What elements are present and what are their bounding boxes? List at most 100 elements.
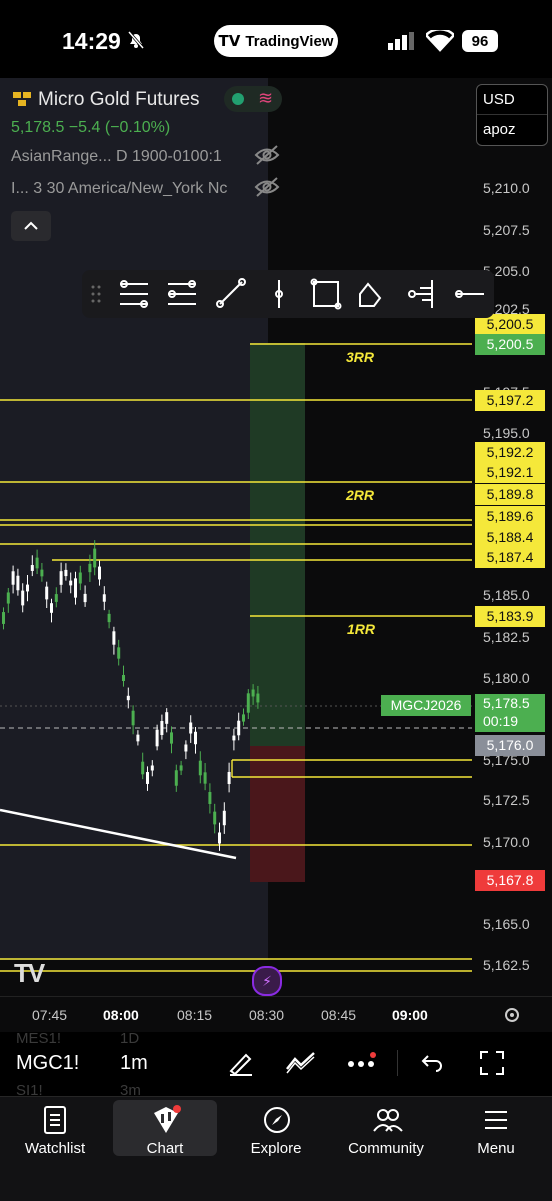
nav-watchlist[interactable]: Watchlist [3,1100,107,1157]
candle [179,765,183,771]
more-dots-icon[interactable] [346,1052,378,1079]
candle [107,613,111,623]
price-axis-tick: 5,170.0 [483,834,530,850]
price-level-label: 5,197.2 [475,390,545,411]
time-axis[interactable]: 07:45 08:00 08:15 08:30 08:45 09:00 [0,996,552,1033]
candle [117,647,121,659]
candle [45,586,49,600]
time-tick: 08:30 [249,1007,285,1023]
candle [59,571,63,585]
candle [83,593,87,603]
candle [213,811,217,825]
current-price-box: 5,178.5 00:19 [475,694,545,732]
candle [50,603,53,613]
candle [88,563,92,573]
indicator-session[interactable]: I... 3 30 America/New_York Nc [11,180,227,198]
candle [6,592,10,604]
hidden-eye-icon[interactable] [254,144,280,171]
settings-icon[interactable] [502,1005,522,1025]
price-level-label: 5,188.4 [475,527,545,548]
nav-label: Menu [477,1140,515,1157]
nav-label: Explore [250,1140,302,1157]
community-icon [373,1109,403,1132]
candle [165,712,169,724]
bell-muted-icon [126,30,146,55]
fullscreen-icon[interactable] [479,1050,505,1081]
currency-label[interactable]: USD [477,85,547,114]
interval-button[interactable]: 1m [120,1052,148,1075]
current-price: 5,178.5 [483,695,530,711]
watchlist-icon [44,1106,66,1134]
price-axis-tick: 5,180.0 [483,670,530,686]
price-axis-tick: 5,165.0 [483,916,530,932]
market-open-icon: ≋ [224,86,282,112]
chart-pane[interactable]: 5,210.05,207.55,205.05,202.55,197.55,195… [0,78,552,996]
candle [242,714,245,722]
candle [203,772,207,784]
app-pill[interactable]: 𝗧𝗩 TradingView [214,25,338,57]
candle [208,792,212,804]
candle [30,565,34,571]
candle [160,721,164,735]
nav-menu[interactable]: Menu [444,1100,548,1157]
hidden-eye-icon[interactable] [254,176,280,203]
tradingview-logo-icon: 𝗧𝗩 [218,33,241,50]
collapse-legend-button[interactable] [11,211,51,241]
tradingview-watermark-icon: TV [14,958,45,988]
indicator-asian-range[interactable]: AsianRange... D 1900-0100:1 [11,148,222,166]
candle [150,765,154,771]
candle [184,744,188,752]
price-level-label: 5,187.4 [475,547,545,568]
candle [2,612,5,624]
vertical-line-icon [275,280,283,308]
brush-icon [359,282,382,307]
price-level-label: 5,192.1 [475,462,545,483]
candle [78,572,82,584]
nav-label: Chart [146,1140,184,1157]
candle [174,770,178,786]
price-level-label: 5,176.0 [475,735,545,756]
battery-indicator: 96 [462,30,498,52]
indicators-icon[interactable] [284,1047,318,1082]
candle [170,732,173,744]
symbol-title[interactable]: Micro Gold Futures [38,89,200,111]
candle [11,571,15,585]
candle [246,693,250,713]
account-label[interactable]: apoz [477,114,547,144]
draw-pen-icon[interactable] [226,1047,256,1082]
status-time: 14:29 [62,28,121,54]
nav-community[interactable]: Community [334,1100,438,1157]
hamburger-menu-icon [485,1111,507,1129]
candle [98,566,101,580]
nav-explore[interactable]: Explore [224,1100,328,1157]
lightning-icon[interactable]: ⚡ [252,966,282,996]
undo-icon[interactable] [420,1050,444,1079]
candle [251,689,255,697]
price-axis-tick: 5,172.5 [483,792,530,808]
candle [40,569,44,577]
price-axis-tick: 5,207.5 [483,222,530,238]
rr-label-2: 2RR [346,487,375,503]
symbol-search-button[interactable]: MGC1! [16,1052,79,1075]
candle [136,734,140,742]
candle [122,674,125,682]
candle [35,557,39,569]
price-axis-tick: 5,182.5 [483,629,530,645]
symbol-price-change: 5,178.5 −5.4 (−0.10%) [11,119,171,136]
time-tick: 08:15 [177,1007,213,1023]
candle [16,575,20,591]
price-level-label: 5,167.8 [475,870,545,891]
price-axis-tick: 5,185.0 [483,587,530,603]
currency-selector[interactable]: USD apoz [476,84,548,146]
time-tick: 09:00 [392,1007,428,1023]
chart-candles-icon [154,1105,181,1133]
toolbar-divider [397,1050,398,1076]
chart-canvas[interactable] [0,78,552,996]
price-axis-tick: 5,210.0 [483,180,530,196]
candle [21,590,25,606]
candle [232,735,236,741]
nav-chart[interactable]: Chart [113,1100,217,1157]
price-level-label: 5,189.8 [475,484,545,505]
candle [26,584,29,592]
time-tick: 08:00 [103,1007,139,1023]
